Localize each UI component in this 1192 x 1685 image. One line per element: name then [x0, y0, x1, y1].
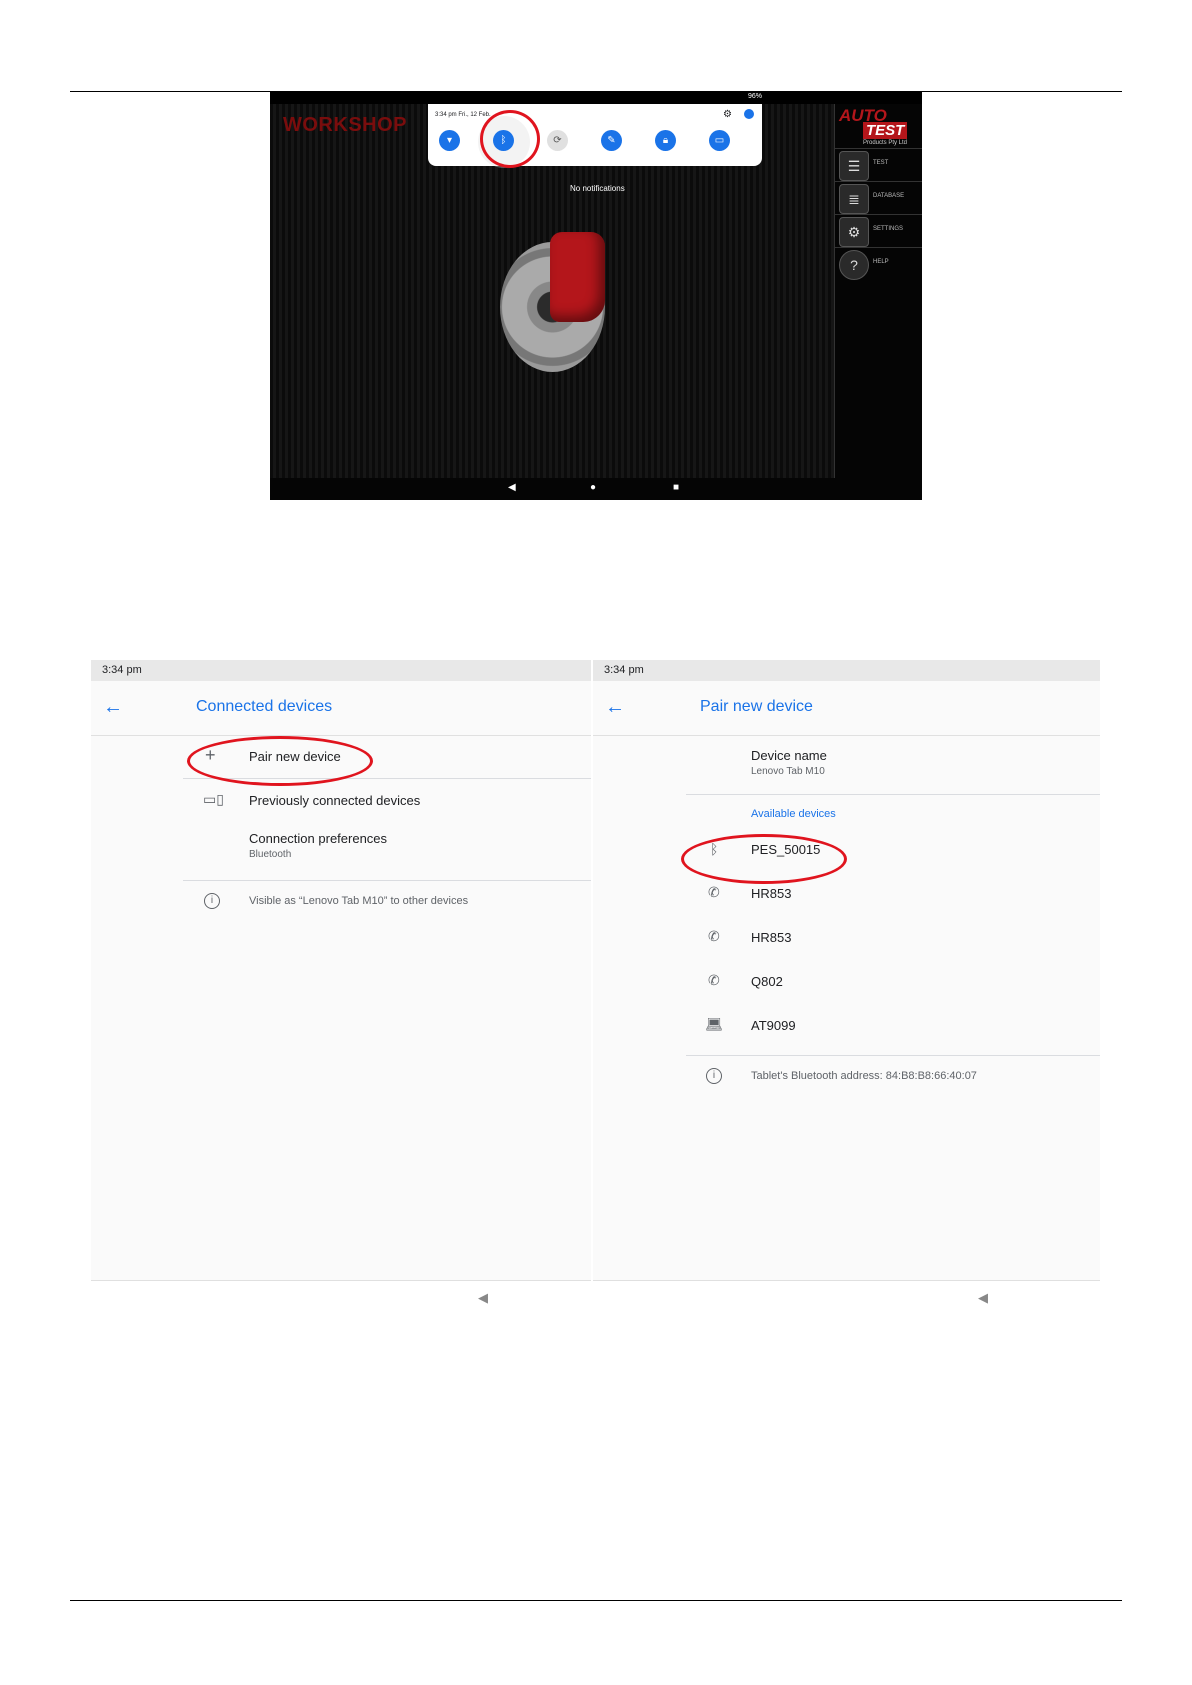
- status-bar: 96%: [270, 92, 922, 104]
- app-bar: ← Connected devices: [91, 681, 591, 736]
- user-avatar-icon[interactable]: [744, 109, 754, 119]
- lock-tile[interactable]: 🔒︎: [655, 130, 676, 151]
- logo-line3: Products Pty Ltd: [863, 140, 908, 146]
- device-name: AT9099: [751, 1018, 796, 1033]
- database-icon: ≣: [839, 184, 869, 214]
- divider: [686, 794, 1100, 795]
- device-name: HR853: [751, 930, 792, 945]
- device-item-at9099[interactable]: 💻︎ AT9099: [593, 1004, 1093, 1048]
- info-icon: i: [706, 1068, 722, 1084]
- clipboard-icon: ☰: [839, 151, 869, 181]
- visibility-text: Visible as “Lenovo Tab M10” to other dev…: [249, 895, 469, 907]
- autotest-logo: AUTO TEST Products Pty Ltd: [837, 106, 921, 148]
- info-icon: i: [204, 893, 220, 909]
- wifi-tile[interactable]: ▾: [439, 130, 460, 151]
- pair-new-device-highlight: [187, 736, 373, 786]
- devices-icon: ▭▯: [203, 791, 224, 807]
- back-icon[interactable]: ◀: [978, 1290, 988, 1306]
- back-arrow-icon[interactable]: ←: [103, 696, 123, 719]
- menu-item-test[interactable]: ☰ TEST: [835, 148, 922, 181]
- pair-new-device-screen: 3:34 pm ← Pair new device Device name Le…: [593, 660, 1100, 1280]
- previously-connected-devices-item[interactable]: ▭▯ Previously connected devices: [91, 779, 591, 822]
- available-devices-header: Available devices: [593, 802, 1093, 824]
- gear-icon[interactable]: ⚙: [723, 109, 732, 120]
- nav-divider-left: [91, 1280, 591, 1281]
- item-summary: Bluetooth: [249, 849, 292, 860]
- device-name-value: Lenovo Tab M10: [751, 766, 825, 777]
- settings-gear-icon: ⚙: [839, 217, 869, 247]
- app-bar: ← Pair new device: [593, 681, 1100, 736]
- page-title: Pair new device: [700, 698, 813, 715]
- menu-item-settings[interactable]: ⚙ SETTINGS: [835, 214, 922, 247]
- laptop-icon: 💻︎: [705, 1016, 723, 1032]
- pes-50015-highlight: [681, 834, 847, 884]
- back-icon[interactable]: ◀: [508, 482, 516, 493]
- page-title: Connected devices: [196, 698, 333, 715]
- recents-icon[interactable]: ■: [673, 482, 679, 493]
- battery-level: 96%: [747, 93, 762, 100]
- phone-icon: ✆: [708, 884, 720, 900]
- menu-label: DATABASE: [873, 193, 905, 199]
- device-item-q802[interactable]: ✆ Q802: [593, 960, 1093, 1004]
- help-icon: ?: [839, 250, 869, 280]
- brake-caliper-image: [500, 232, 608, 372]
- phone-icon: ✆: [708, 928, 720, 944]
- phone-icon: ✆: [708, 972, 720, 988]
- brake-caliper: [550, 232, 605, 322]
- visibility-note: i Visible as “Lenovo Tab M10” to other d…: [91, 888, 591, 918]
- menu-item-help[interactable]: ? HELP: [835, 247, 922, 280]
- address-text: Tablet's Bluetooth address: 84:B8:B8:66:…: [751, 1070, 977, 1082]
- bluetooth-address-note: i Tablet's Bluetooth address: 84:B8:B8:6…: [593, 1063, 1093, 1093]
- android-nav-bar: ◀ ● ■: [270, 478, 922, 500]
- quick-settings-time: 3:34 pm Fri., 12 Feb.: [435, 112, 491, 118]
- back-icon[interactable]: ◀: [478, 1290, 488, 1306]
- quick-settings-panel: 3:34 pm Fri., 12 Feb. ⚙ ▾ ᛒ ⟳ ✎ 🔒︎ ▭: [428, 104, 762, 168]
- menu-label: SETTINGS: [873, 226, 904, 232]
- screencast-tile[interactable]: ▭: [709, 130, 730, 151]
- device-name: Q802: [751, 974, 783, 989]
- item-label: Connection preferences: [249, 831, 388, 846]
- home-icon[interactable]: ●: [590, 482, 596, 493]
- menu-label: TEST: [873, 160, 889, 166]
- device-item-hr853[interactable]: ✆ HR853: [593, 872, 1093, 916]
- menu-item-database[interactable]: ≣ DATABASE: [835, 181, 922, 214]
- tablet-home-screenshot: 96% WORKSHOP No notifications AUTO TEST …: [270, 92, 922, 500]
- menu-label: HELP: [873, 259, 889, 265]
- logo-line2: TEST: [863, 122, 908, 139]
- back-arrow-icon[interactable]: ←: [605, 696, 625, 719]
- no-notifications-text: No notifications: [570, 184, 625, 193]
- device-name-item[interactable]: Device name Lenovo Tab M10: [593, 735, 1093, 793]
- section-header: Available devices: [751, 808, 836, 820]
- divider: [686, 1055, 1100, 1056]
- nav-divider-right: [593, 1280, 1100, 1281]
- device-item-hr853-2[interactable]: ✆ HR853: [593, 916, 1093, 960]
- divider: [183, 880, 591, 881]
- device-name: HR853: [751, 886, 792, 901]
- eye-comfort-tile[interactable]: ✎: [601, 130, 622, 151]
- bluetooth-highlight-circle: [480, 110, 540, 168]
- app-title: WORKSHOP: [283, 114, 407, 136]
- page-bottom-rule: [70, 1600, 1122, 1601]
- device-name-label: Device name: [751, 748, 827, 763]
- status-time: 3:34 pm: [593, 660, 1100, 681]
- app-side-menu: AUTO TEST Products Pty Ltd ☰ TEST ≣ DATA…: [834, 104, 922, 478]
- connection-preferences-item[interactable]: Connection preferences Bluetooth: [91, 822, 591, 877]
- item-label: Previously connected devices: [249, 793, 421, 808]
- auto-rotate-tile[interactable]: ⟳: [547, 130, 568, 151]
- status-time: 3:34 pm: [91, 660, 591, 681]
